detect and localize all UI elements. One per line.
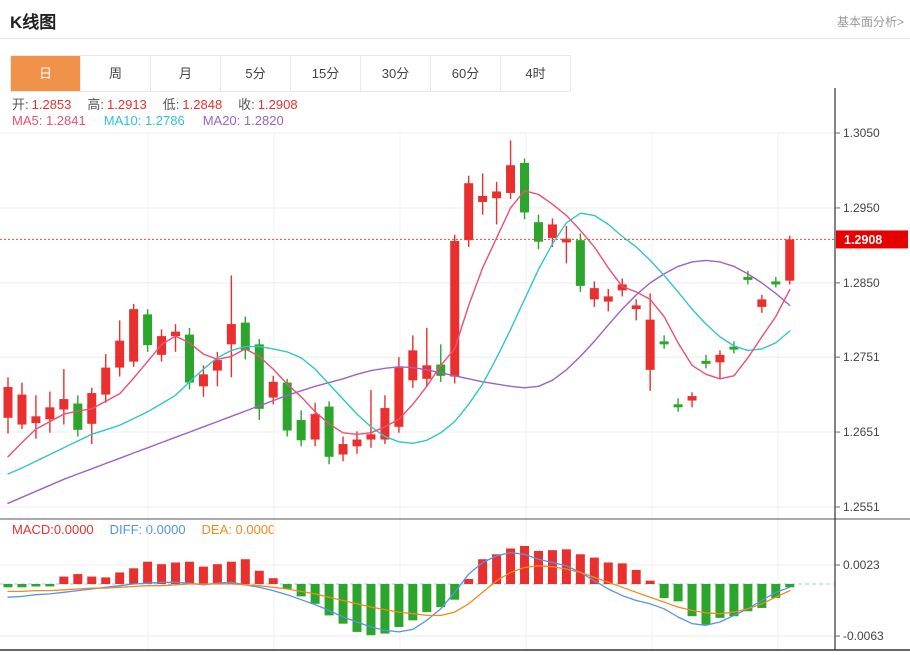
timeframe-tabs: 日周月5分15分30分60分4时 [10,55,571,92]
axis-tick-label: -0.0063 [843,629,884,643]
tab-15分[interactable]: 15分 [291,56,361,91]
tab-月[interactable]: 月 [151,56,221,91]
tab-30分[interactable]: 30分 [361,56,431,91]
page-title: K线图 [10,8,56,33]
axis-tick-label: 1.2651 [843,425,880,439]
tab-周[interactable]: 周 [81,56,151,91]
header-divider [0,38,910,39]
axis-tick-label: 0.0023 [843,558,880,572]
axis-tick-label: 1.2950 [843,201,880,215]
axis-tick-label: 1.3050 [843,126,880,140]
kline-page: K线图 基本面分析> 日周月5分15分30分60分4时 开:1.2853高:1.… [0,0,910,655]
last-price-badge-text: 1.2908 [844,233,882,247]
kline-chart[interactable]: 1.3050 1.2950 1.2850 1.2751 1.2651 1.2551 0.00… [0,88,910,655]
tab-日[interactable]: 日 [11,56,81,91]
tab-60分[interactable]: 60分 [431,56,501,91]
axis-tick-label: 1.2751 [843,350,880,364]
tab-5分[interactable]: 5分 [221,56,291,91]
axis-tick-label: 1.2551 [843,500,880,514]
axis-tick-label: 1.2850 [843,276,880,290]
tab-4时[interactable]: 4时 [501,56,570,91]
fundamental-analysis-link[interactable]: 基本面分析> [837,13,904,30]
